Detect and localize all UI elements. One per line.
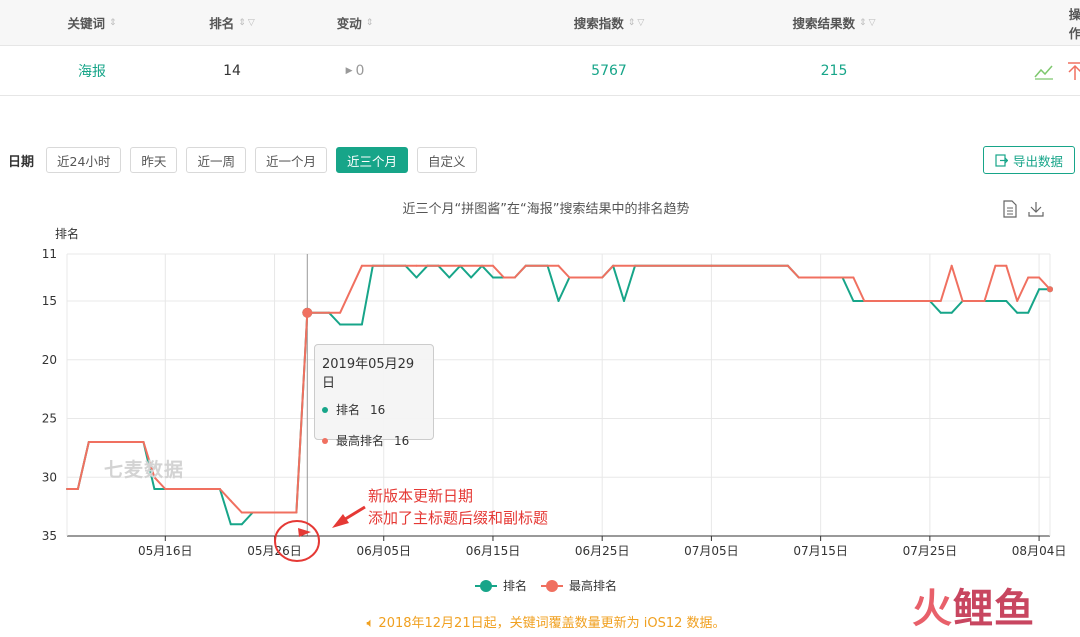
data-point xyxy=(502,276,505,279)
end-point xyxy=(1047,286,1053,293)
data-point xyxy=(448,276,451,279)
data-point xyxy=(601,276,604,279)
data-point xyxy=(557,300,560,302)
y-tick-label: 25 xyxy=(42,412,57,426)
data-point xyxy=(339,323,342,326)
data-point xyxy=(928,300,931,302)
data-point xyxy=(1005,264,1008,267)
data-point xyxy=(339,311,342,314)
data-point xyxy=(491,264,494,267)
data-point xyxy=(1027,311,1030,314)
chart-grid xyxy=(67,253,1050,537)
x-tick-label: 05月16日 xyxy=(138,544,193,558)
data-point xyxy=(240,523,243,526)
data-point xyxy=(164,488,167,490)
data-point xyxy=(240,511,243,514)
annotation-arrow-head xyxy=(332,514,349,528)
data-point xyxy=(197,488,200,490)
legend-item-best-rank[interactable]: 最高排名 xyxy=(541,577,617,594)
data-point xyxy=(1005,300,1008,302)
keyword-rank-page: 关键词 ⇕ 排名 ⇕ ▽ 变动 ⇕ 搜索指数 ⇕ ▽ 搜索结果数 ⇕ ▽ 操作 海报 14 ▶ 0… xyxy=(0,0,1080,637)
x-tick-label: 06月25日 xyxy=(575,544,630,558)
data-point xyxy=(961,300,964,302)
y-axis-label: 排名 xyxy=(55,226,79,241)
legend-best-marker xyxy=(541,579,563,592)
chart-series xyxy=(66,264,1053,526)
data-point xyxy=(1027,276,1030,279)
rank-trend-chart: 11 15 20 25 30 35 05月16日 05月26日 06月05日 06月15日 06月2… xyxy=(42,226,1067,562)
data-point xyxy=(786,264,789,267)
data-point xyxy=(415,276,418,279)
data-point xyxy=(513,276,516,279)
data-point xyxy=(797,276,800,279)
data-point xyxy=(939,300,942,302)
watermark: 七麦数据 xyxy=(104,459,185,481)
data-point xyxy=(950,264,953,267)
tooltip-best-row: 最高排名 16 xyxy=(322,432,426,449)
legend-rank-marker xyxy=(474,579,497,592)
chart-axes: 11 15 20 25 30 35 05月16日 05月26日 06月05日 06月15日 06月2… xyxy=(42,226,1067,558)
data-point xyxy=(284,511,287,514)
data-point xyxy=(470,276,473,279)
tooltip-date: 2019年05月29日 xyxy=(322,357,415,391)
data-point xyxy=(229,523,232,526)
tooltip-rank-row: 排名 16 xyxy=(322,401,426,418)
best-dot-icon xyxy=(322,437,328,444)
hover-point xyxy=(302,307,313,318)
data-point xyxy=(76,488,79,490)
y-tick-label: 30 xyxy=(42,470,57,484)
y-tick-label: 11 xyxy=(42,247,57,261)
data-point xyxy=(426,264,429,267)
data-point xyxy=(1038,288,1041,291)
x-tick-label: 05月26日 xyxy=(247,544,302,558)
chart-tooltip: 2019年05月29日 排名 16 最高排名 16 xyxy=(314,344,434,448)
data-point xyxy=(950,311,953,314)
data-point xyxy=(360,323,363,326)
annotation-text: 新版本更新日期 添加了主标题后缀和副标题 xyxy=(368,487,549,527)
series-line-best-rank xyxy=(67,264,1051,514)
data-point xyxy=(557,264,560,267)
data-point xyxy=(994,264,997,267)
data-point xyxy=(1016,311,1019,314)
speaker-icon: 🔈︎ xyxy=(366,616,379,631)
data-point xyxy=(66,488,68,490)
data-point xyxy=(229,499,232,502)
data-point xyxy=(939,311,942,314)
data-point xyxy=(218,488,221,490)
data-point xyxy=(295,511,298,514)
series-line-rank xyxy=(67,264,1050,526)
data-point xyxy=(863,300,866,302)
data-point xyxy=(623,300,626,302)
y-tick-label: 35 xyxy=(42,529,57,543)
data-point xyxy=(852,276,855,279)
data-point xyxy=(983,300,986,302)
data-point xyxy=(153,488,156,490)
y-tick-label: 20 xyxy=(42,353,57,367)
data-point xyxy=(710,264,713,267)
data-point xyxy=(524,264,527,267)
data-point xyxy=(1016,300,1019,302)
data-point xyxy=(852,300,855,302)
x-tick-label: 06月05日 xyxy=(356,544,411,558)
x-tick-label: 06月15日 xyxy=(466,544,521,558)
data-point xyxy=(819,276,822,279)
data-point xyxy=(360,264,363,267)
x-tick-label: 07月05日 xyxy=(684,544,739,558)
legend-item-rank[interactable]: 排名 xyxy=(474,577,527,594)
x-tick-label: 07月15日 xyxy=(793,544,848,558)
data-point xyxy=(415,264,418,267)
data-point xyxy=(612,264,615,267)
y-tick-label: 15 xyxy=(42,294,57,308)
x-tick-label: 08月04日 xyxy=(1012,544,1067,558)
data-point xyxy=(491,276,494,279)
data-point xyxy=(1038,276,1041,279)
rank-dot-icon xyxy=(322,406,328,413)
data-point xyxy=(87,441,90,443)
data-point xyxy=(328,311,331,314)
data-point xyxy=(568,276,571,279)
data-point xyxy=(142,441,145,443)
brand-logo: 火鲤鱼 xyxy=(912,586,1035,632)
data-point xyxy=(371,264,374,267)
x-tick-label: 07月25日 xyxy=(903,544,958,558)
